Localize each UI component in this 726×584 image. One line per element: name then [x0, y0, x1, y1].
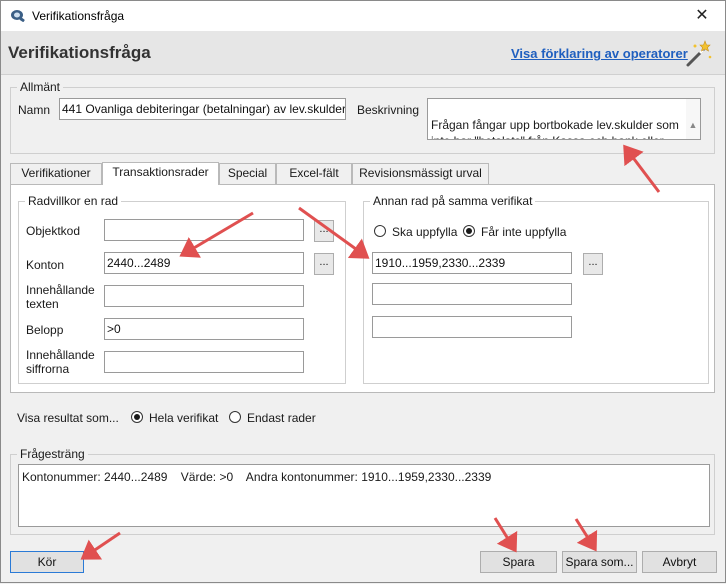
show-results-label: Visa resultat som... [17, 411, 119, 425]
run-button[interactable]: Kör [10, 551, 84, 573]
belopp-label: Belopp [26, 323, 64, 337]
title-bar[interactable]: Verifikationsfråga ✕ [1, 1, 725, 31]
save-button[interactable]: Spara [480, 551, 557, 573]
belopp-field[interactable]: >0 [104, 318, 304, 340]
magic-wand-icon[interactable] [683, 39, 713, 69]
row-conditions-legend: Radvillkor en rad [28, 194, 119, 208]
objektkod-label: Objektkod [26, 224, 81, 238]
radio-far-inte-uppfylla[interactable] [463, 225, 475, 237]
save-as-button[interactable]: Spara som... [562, 551, 637, 573]
siffror-field[interactable] [104, 351, 304, 373]
page-title: Verifikationsfråga [8, 43, 151, 62]
ska-uppfylla-label[interactable]: Ska uppfylla [392, 225, 457, 239]
hela-verifikat-label[interactable]: Hela verifikat [149, 411, 218, 425]
tab-transaktionsrader[interactable]: Transaktionsrader [102, 162, 219, 185]
dialog-window: Verifikationsfråga ✕ Verifikationsfråga … [0, 0, 726, 583]
query-string-legend: Frågesträng [20, 447, 85, 461]
text-label: Innehållande texten [26, 283, 95, 311]
description-text: Frågan fångar upp bortbokade lev.skulder… [431, 118, 679, 139]
description-label: Beskrivning [357, 103, 420, 117]
text-field[interactable] [104, 285, 304, 307]
tab-special[interactable]: Special [219, 163, 276, 184]
arrow-to-run [80, 531, 121, 560]
cancel-button[interactable]: Avbryt [642, 551, 717, 573]
operator-help-link[interactable]: Visa förklaring av operatorer [511, 46, 688, 61]
general-legend: Allmänt [20, 80, 61, 94]
description-scrollbar[interactable]: ▲ ▼ [686, 99, 700, 139]
app-icon [11, 10, 25, 22]
name-field[interactable]: 441 Ovanliga debiteringar (betalningar) … [59, 98, 346, 120]
header-bar: Verifikationsfråga Visa förklaring av op… [1, 31, 725, 75]
window-title: Verifikationsfråga [32, 9, 125, 23]
close-icon[interactable]: ✕ [687, 3, 717, 29]
radio-ska-uppfylla[interactable] [374, 225, 386, 237]
name-label: Namn [18, 103, 51, 117]
objektkod-browse-button[interactable]: ... [314, 220, 334, 242]
other-konton-field[interactable]: 1910...1959,2330...2339 [372, 252, 572, 274]
other-konton-browse-button[interactable]: ... [583, 253, 603, 275]
far-inte-uppfylla-label[interactable]: Får inte uppfylla [481, 225, 566, 239]
endast-rader-label[interactable]: Endast rader [247, 411, 316, 425]
radio-endast-rader[interactable] [229, 411, 241, 423]
description-field[interactable]: Frågan fångar upp bortbokade lev.skulder… [427, 98, 701, 140]
tab-verifikationer[interactable]: Verifikationer [10, 163, 102, 184]
query-string-field[interactable]: Kontonummer: 2440...2489 Värde: >0 Andra… [18, 464, 710, 527]
konton-label: Konton [26, 258, 65, 272]
tab-excel-falt[interactable]: Excel-fält [276, 163, 352, 184]
konton-browse-button[interactable]: ... [314, 253, 334, 275]
objektkod-field[interactable] [104, 219, 304, 241]
other-text-field[interactable] [372, 283, 572, 305]
other-row-legend: Annan rad på samma verifikat [373, 194, 533, 208]
siffror-label: Innehållande siffrorna [26, 348, 95, 376]
tab-revisionsmassigt-urval[interactable]: Revisionsmässigt urval [352, 163, 489, 184]
konton-field[interactable]: 2440...2489 [104, 252, 304, 274]
scroll-up-icon[interactable]: ▲ [686, 115, 700, 135]
radio-hela-verifikat[interactable] [131, 411, 143, 423]
other-belopp-field[interactable] [372, 316, 572, 338]
